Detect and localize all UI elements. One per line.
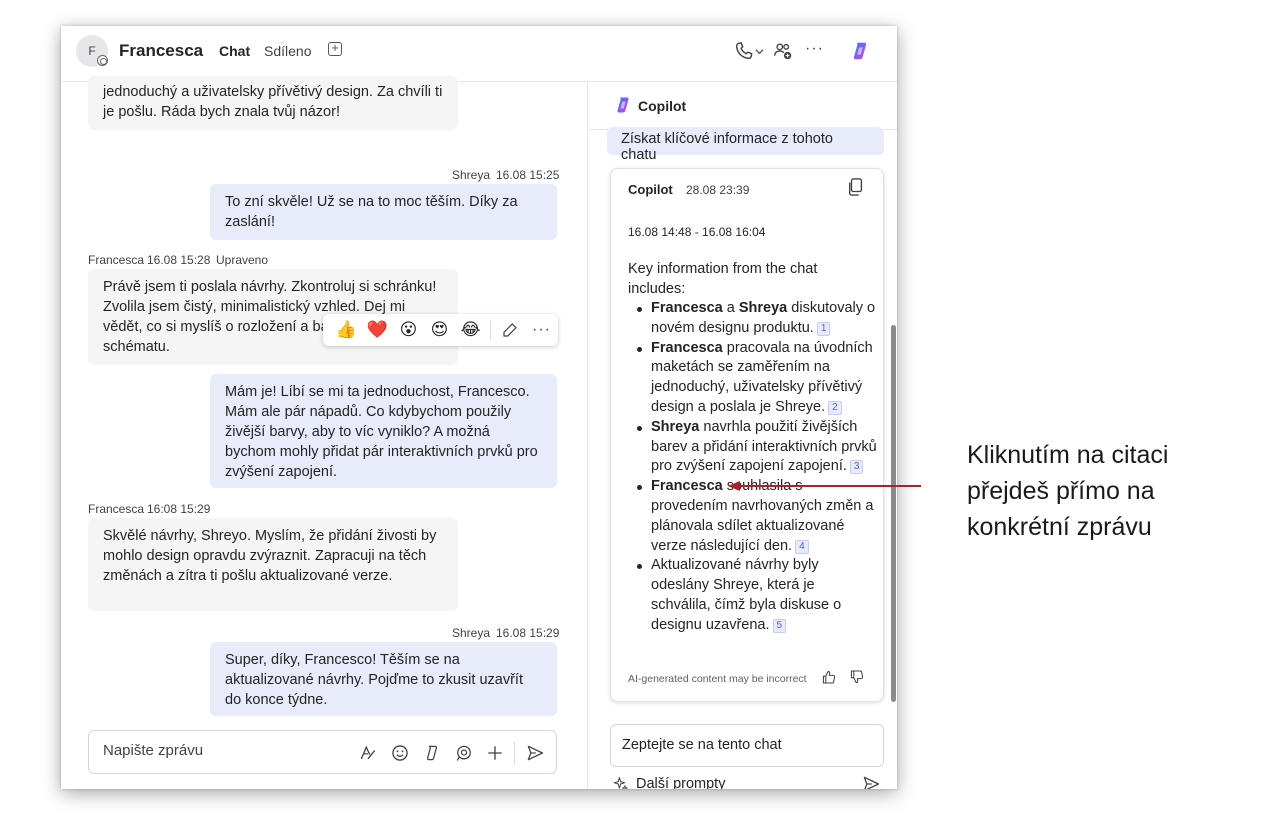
message-input[interactable]: Napište zprávu — [103, 742, 203, 759]
response-date-range: 16.08 14:48 - 16.08 16:04 — [628, 225, 766, 239]
message-time: 16:08 15:29 — [147, 502, 211, 516]
add-tab-icon[interactable]: + — [328, 41, 342, 56]
message-sender: Francesca — [88, 253, 145, 267]
citation-marker[interactable]: 4 — [795, 539, 809, 554]
laughing-reaction[interactable]: 😂 — [455, 314, 486, 346]
plus-icon[interactable] — [485, 743, 505, 763]
divider — [490, 320, 491, 340]
message-sender: Shreya — [452, 626, 491, 640]
response-intro: Key information from the chat includes: — [628, 261, 818, 297]
scrollbar[interactable] — [891, 325, 896, 702]
format-icon[interactable] — [358, 743, 378, 763]
message-composer[interactable]: Napište zprávu — [88, 730, 557, 774]
copilot-response-card: Copilot 28.08 23:39 16.08 14:48 - 16.08 … — [610, 168, 884, 702]
tab-chat[interactable]: Chat — [219, 43, 250, 59]
edit-icon[interactable] — [501, 321, 519, 339]
send-icon[interactable] — [525, 743, 545, 763]
thumbs-up-reaction[interactable]: 👍 — [331, 314, 362, 346]
ask-copilot-input[interactable]: Zeptejte se na tento chat — [622, 737, 782, 753]
list-item: Francesca a Shreya diskutovaly o novém d… — [628, 299, 878, 339]
copy-icon[interactable] — [847, 177, 865, 197]
people-add-icon[interactable] — [772, 40, 794, 62]
message-sender: Francesca — [88, 502, 145, 516]
summary-list: Francesca a Shreya diskutovaly o novém d… — [628, 299, 878, 636]
emoji-icon[interactable] — [390, 743, 410, 763]
chevron-down-icon[interactable] — [755, 48, 764, 56]
chat-pane: jednoduchý a uživatelsky přívětivý desig… — [61, 76, 588, 789]
message-sender: Shreya — [452, 168, 491, 182]
message-bubble[interactable]: Mám je! Líbí se mi ta jednoduchost, Fran… — [210, 374, 557, 488]
edited-label: Upraveno — [216, 253, 269, 267]
citation-marker[interactable]: 1 — [816, 321, 831, 336]
copilot-logo-icon — [617, 97, 629, 113]
divider — [514, 741, 515, 765]
chat-header: F Francesca Chat Sdíleno + ··· — [61, 26, 897, 82]
response-author: Copilot — [628, 182, 673, 197]
annotation-callout: Kliknutím na citaci přejdeš přímo na kon… — [967, 441, 1169, 541]
message-bubble[interactable]: To zní skvěle! Už se na to moc těším. Dí… — [210, 184, 557, 240]
citation-marker[interactable]: 2 — [828, 400, 842, 415]
ai-disclaimer: AI-generated content may be incorrect — [628, 673, 807, 685]
thumbs-down-icon[interactable] — [849, 669, 865, 685]
heart-reaction[interactable]: ❤️ — [362, 314, 393, 346]
list-item: Francesca pracovala na úvodních maketách… — [628, 339, 878, 418]
message-time: 16.08 15:29 — [496, 626, 560, 640]
copilot-compose-icon[interactable] — [422, 743, 442, 763]
message-bubble[interactable]: Super, díky, Francesco! Těším se na aktu… — [210, 642, 557, 716]
send-icon[interactable] — [861, 774, 881, 789]
surprised-reaction[interactable]: 😮 — [393, 314, 424, 346]
more-icon[interactable]: ··· — [805, 40, 824, 58]
citation-marker[interactable]: 5 — [772, 618, 787, 633]
response-time: 28.08 23:39 — [686, 183, 750, 197]
annotation-arrow-icon — [728, 481, 921, 491]
sparkle-icon[interactable] — [613, 776, 629, 789]
copilot-title: Copilot — [638, 98, 687, 114]
contact-name[interactable]: Francesca — [119, 41, 203, 61]
ask-copilot-box[interactable]: Zeptejte se na tento chat — [610, 724, 884, 767]
presence-status-icon — [97, 55, 108, 66]
message-bubble[interactable]: Skvělé návrhy, Shreyo. Myslím, že přidán… — [88, 518, 458, 611]
list-item: Aktualizované návrhy byly odeslány Shrey… — [628, 556, 878, 635]
loop-icon[interactable] — [454, 743, 474, 763]
copilot-icon[interactable] — [849, 40, 871, 62]
phone-icon[interactable] — [733, 40, 755, 62]
more-icon[interactable]: ··· — [532, 321, 551, 339]
message-time: 16.08 15:25 — [496, 168, 560, 182]
prompt-chip[interactable]: Získat klíčové informace z tohoto chatu — [607, 127, 884, 163]
heart-eyes-reaction[interactable]: 😍 — [424, 314, 455, 346]
teams-window: F Francesca Chat Sdíleno + ··· jednoduch… — [61, 26, 897, 789]
copilot-pane: Copilot Získat klíčové informace z tohot… — [589, 82, 897, 789]
message-time: 16.08 15:28 — [147, 253, 211, 267]
list-item: Shreya navrhla použití živějších barev a… — [628, 418, 878, 477]
thumbs-up-icon[interactable] — [821, 669, 837, 685]
citation-marker[interactable]: 3 — [849, 460, 864, 475]
reaction-bar: 👍 ❤️ 😮 😍 😂 ··· — [323, 314, 558, 346]
more-prompts-button[interactable]: Další prompty — [636, 776, 725, 789]
message-bubble[interactable]: jednoduchý a uživatelsky přívětivý desig… — [88, 76, 458, 130]
tab-shared[interactable]: Sdíleno — [264, 43, 311, 59]
